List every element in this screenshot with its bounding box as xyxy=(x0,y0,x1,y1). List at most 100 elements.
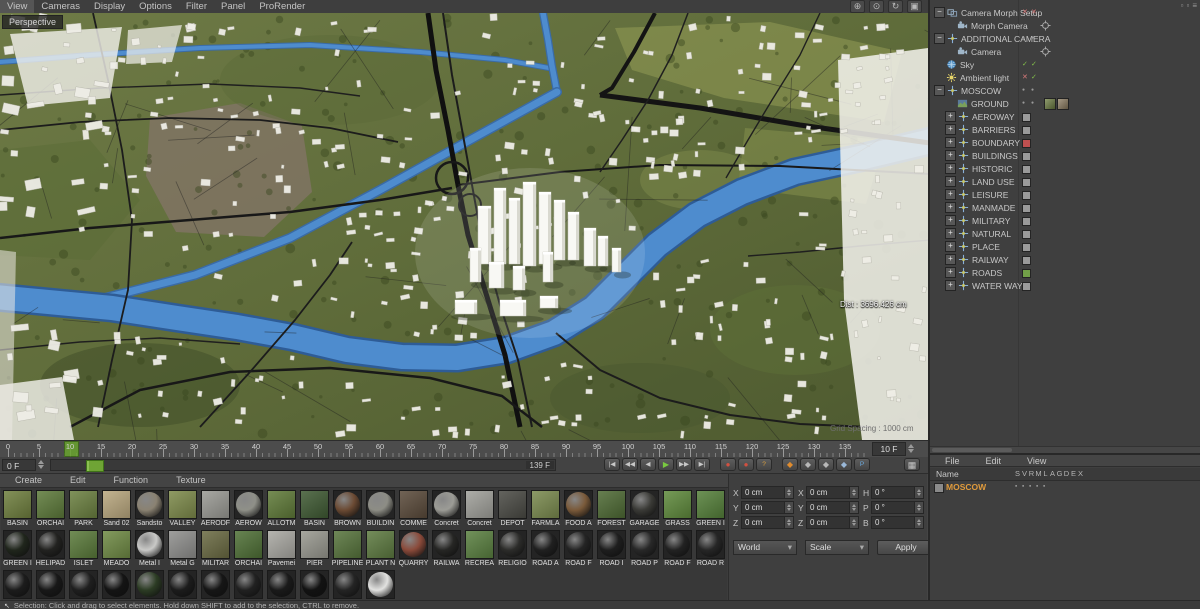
goto-start-button[interactable]: |◀ xyxy=(604,458,620,471)
material-swatch[interactable] xyxy=(232,568,265,601)
layer-toggle[interactable]: ▪ xyxy=(1022,481,1024,493)
position-x-field[interactable]: 0 cm xyxy=(741,486,785,499)
rotate-view-icon[interactable]: ↻ xyxy=(888,0,903,13)
layer-menu-view[interactable]: View xyxy=(1020,455,1053,466)
powerslider[interactable]: 139 F xyxy=(50,459,556,472)
expand-toggle[interactable]: + xyxy=(945,280,956,291)
material-swatch-metal-g[interactable]: Metal G xyxy=(166,528,199,568)
material-swatch-farmla[interactable]: FARMLA xyxy=(529,488,562,528)
material-swatch-militar[interactable]: MILITAR xyxy=(199,528,232,568)
visibility-toggle[interactable]: ✕ xyxy=(1022,71,1028,84)
material-swatch-pipeline[interactable]: PIPELINE xyxy=(331,528,364,568)
viewport-camera-label[interactable]: Perspective xyxy=(2,15,64,29)
expand-toggle[interactable]: + xyxy=(945,202,956,213)
coord-stepper[interactable] xyxy=(785,516,794,529)
material-swatch-recrea[interactable]: RECREA xyxy=(463,528,496,568)
keyframe-selection-button[interactable]: ▦ xyxy=(904,458,920,471)
size-z-field[interactable]: 0 cm xyxy=(806,516,850,529)
start-frame-spinner[interactable] xyxy=(38,459,47,471)
texture-tag-thumbnail[interactable] xyxy=(1044,98,1056,110)
layer-toggle[interactable]: ▪ xyxy=(1015,481,1017,493)
material-swatch-metal-i[interactable]: Metal I xyxy=(133,528,166,568)
material-swatch-allotm[interactable]: ALLOTM xyxy=(265,488,298,528)
object-row-camera-morph-setup[interactable]: − Camera Morph Setup ✕ ✕ xyxy=(930,6,1200,19)
prorender-play-button[interactable]: P xyxy=(854,458,870,471)
material-swatch-road-r[interactable]: ROAD R xyxy=(694,528,727,568)
menu-prorender[interactable]: ProRender xyxy=(252,0,312,13)
visibility-toggle[interactable]: ✕ xyxy=(1022,6,1028,19)
material-swatch-road-f[interactable]: ROAD F xyxy=(562,528,595,568)
prev-key-button[interactable]: ◀◀ xyxy=(622,458,638,471)
material-swatch[interactable] xyxy=(1,568,34,601)
object-row-place[interactable]: + PLACE xyxy=(930,240,1200,253)
coord-stepper[interactable] xyxy=(915,516,924,529)
material-swatch-comme[interactable]: COMME xyxy=(397,488,430,528)
material-swatch[interactable] xyxy=(331,568,364,601)
layer-color-chip[interactable] xyxy=(1022,204,1031,213)
coord-stepper[interactable] xyxy=(915,486,924,499)
size-y-field[interactable]: 0 cm xyxy=(806,501,850,514)
coord-stepper[interactable] xyxy=(785,501,794,514)
object-row-morph-camera[interactable]: Morph Camera xyxy=(930,19,1200,32)
size-x-field[interactable]: 0 cm xyxy=(806,486,850,499)
record-options-button[interactable]: ? xyxy=(756,458,772,471)
powerslider-handle[interactable] xyxy=(86,460,104,472)
menu-options[interactable]: Options xyxy=(132,0,179,13)
expand-toggle[interactable]: + xyxy=(945,150,956,161)
start-frame-field[interactable]: 0 F xyxy=(2,459,36,471)
layer-color-chip[interactable] xyxy=(1022,126,1031,135)
layer-color-chip[interactable] xyxy=(1022,113,1031,122)
material-swatch-road-i[interactable]: ROAD I xyxy=(595,528,628,568)
visibility-toggle[interactable]: ● xyxy=(1022,97,1025,110)
expand-toggle[interactable]: + xyxy=(945,163,956,174)
expand-toggle[interactable]: − xyxy=(934,33,945,44)
menu-filter[interactable]: Filter xyxy=(179,0,214,13)
rotation-p-field[interactable]: 0 ° xyxy=(871,501,915,514)
current-frame-field[interactable]: 10 F xyxy=(872,442,906,456)
layer-row-moscow[interactable]: MOSCOW ▪ ▪ ▪ ▪ ▪ xyxy=(930,481,1200,493)
material-swatch-road-p[interactable]: ROAD P xyxy=(628,528,661,568)
object-row-ambient-light[interactable]: Ambient light ✕ ✓ xyxy=(930,71,1200,84)
coord-mode-dropdown[interactable]: Scale xyxy=(805,540,869,555)
material-swatch-food-a[interactable]: FOOD A xyxy=(562,488,595,528)
material-swatch-islet[interactable]: ISLET xyxy=(67,528,100,568)
layer-color-chip[interactable] xyxy=(1022,139,1031,148)
visibility-toggle[interactable]: ✓ xyxy=(1022,58,1028,71)
expand-toggle[interactable]: − xyxy=(934,7,945,18)
apply-button[interactable]: Apply xyxy=(877,540,935,555)
coord-stepper[interactable] xyxy=(850,516,859,529)
material-swatch-basin[interactable]: BASIN xyxy=(298,488,331,528)
material-swatch-brown[interactable]: BROWN xyxy=(331,488,364,528)
object-row-boundary[interactable]: + BOUNDARY xyxy=(930,136,1200,149)
object-row-military[interactable]: + MILITARY xyxy=(930,214,1200,227)
material-swatch-pavemei[interactable]: Pavemei xyxy=(265,528,298,568)
material-swatch-aerodf[interactable]: AERODF xyxy=(199,488,232,528)
object-row-roads[interactable]: + ROADS xyxy=(930,266,1200,279)
visibility-toggle[interactable]: ● xyxy=(1031,84,1034,97)
layer-menu-edit[interactable]: Edit xyxy=(979,455,1009,466)
viewport-3d[interactable]: Perspective Dist : 3696.426 cm Grid Spac… xyxy=(0,13,928,440)
menu-panel[interactable]: Panel xyxy=(214,0,252,13)
key-scale-button[interactable]: ◆ xyxy=(800,458,816,471)
expand-toggle[interactable]: + xyxy=(945,228,956,239)
layer-color-chip[interactable] xyxy=(1022,282,1031,291)
menu-view[interactable]: View xyxy=(0,0,35,13)
object-row-historic[interactable]: + HISTORIC xyxy=(930,162,1200,175)
visibility-toggle[interactable]: ● xyxy=(1022,32,1025,45)
material-menu-function[interactable]: Function xyxy=(107,474,156,487)
menu-cameras[interactable]: Cameras xyxy=(34,0,87,13)
expand-toggle[interactable]: + xyxy=(945,137,956,148)
layer-color-chip[interactable] xyxy=(1022,178,1031,187)
expand-toggle[interactable]: + xyxy=(945,189,956,200)
prev-frame-button[interactable]: ◀ xyxy=(640,458,656,471)
object-row-sky[interactable]: Sky ✓ ✓ xyxy=(930,58,1200,71)
object-row-barriers[interactable]: + BARRIERS xyxy=(930,123,1200,136)
coord-system-dropdown[interactable]: World xyxy=(733,540,797,555)
material-swatch-orchai[interactable]: ORCHAI xyxy=(34,488,67,528)
material-swatch[interactable] xyxy=(364,568,397,601)
object-row-aeroway[interactable]: + AEROWAY xyxy=(930,110,1200,123)
coord-stepper[interactable] xyxy=(850,501,859,514)
autokey-button[interactable]: ● xyxy=(738,458,754,471)
expand-toggle[interactable]: − xyxy=(934,85,945,96)
material-swatch[interactable] xyxy=(166,568,199,601)
